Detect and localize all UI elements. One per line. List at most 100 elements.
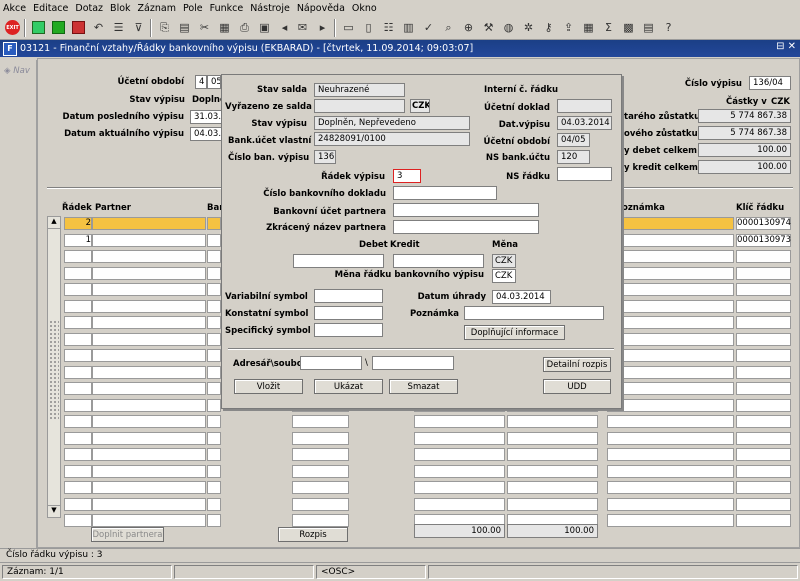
grid-cell[interactable] [92,233,206,247]
variabilni-symbol-field[interactable] [314,289,383,303]
grid-cell[interactable] [92,299,206,313]
check-icon[interactable]: ✓ [420,19,437,36]
grid-drag-handle[interactable] [49,320,59,420]
konstantni-symbol-field[interactable] [314,306,383,320]
grid-cell[interactable] [292,415,349,428]
grid-cell[interactable] [292,514,349,527]
mena-radku-field[interactable]: CZK [492,269,516,283]
calculator-icon[interactable]: ▩ [620,19,637,36]
grid-cell[interactable] [64,448,92,461]
paste-icon[interactable]: ▤ [176,19,193,36]
grid-cell[interactable] [64,497,92,511]
cut-icon[interactable]: ✂ [196,19,213,36]
grid-cell[interactable] [507,481,598,494]
menu-editace[interactable]: Editace [33,3,68,14]
adresar-field[interactable] [300,356,362,370]
grid-cell[interactable] [292,497,349,511]
cislo-vypisu-field[interactable]: 136/04 [749,76,791,90]
row-1-radek[interactable]: 2 [64,218,91,228]
grid-cell[interactable] [92,415,206,428]
grid-cell[interactable] [64,464,92,478]
grid-cell[interactable] [207,398,221,412]
grid-cell[interactable] [736,497,791,511]
record-icon[interactable]: ▥ [400,19,417,36]
grid-cell[interactable] [607,431,734,445]
help-icon[interactable]: ? [660,19,677,36]
grid-cell[interactable] [64,316,92,329]
grid-cell[interactable] [507,497,598,511]
grid-cell[interactable] [414,431,505,445]
grid-cell[interactable] [92,217,206,230]
query-icon[interactable]: ☰ [110,19,127,36]
grid-cell[interactable] [64,299,92,313]
key-icon[interactable]: ⚷ [540,19,557,36]
grid-cell[interactable] [207,415,221,428]
print-icon[interactable]: ⎙ [236,19,253,36]
soubor-field[interactable] [372,356,454,370]
grid-cell[interactable] [92,382,206,395]
doplnujici-informace-button[interactable]: Doplňující informace [464,325,565,340]
datum-uhrady-field[interactable]: 04.03.2014 [492,290,551,304]
grid-cell[interactable] [607,349,734,362]
grid-cell[interactable] [207,464,221,478]
grid-cell[interactable] [414,481,505,494]
grid-cell[interactable] [92,514,206,527]
grid-cell[interactable] [607,398,734,412]
grid-cell[interactable] [92,283,206,296]
datum-posledniho-field[interactable]: 31.03.2 [190,110,222,124]
grid-cell[interactable] [92,481,206,494]
grid-cell[interactable] [64,332,92,346]
menu-akce[interactable]: Akce [3,3,26,14]
undo-icon[interactable]: ↶ [90,19,107,36]
mail-icon[interactable]: ✉ [294,19,311,36]
grid-cell[interactable] [736,398,791,412]
window-controls[interactable]: ⊟ ✕ [776,41,796,52]
grid-cell[interactable] [92,332,206,346]
kredit-field[interactable] [393,254,484,268]
grid-cell[interactable] [292,448,349,461]
grid-cell[interactable] [507,464,598,478]
grid-cell[interactable] [607,283,734,296]
grid-cell[interactable] [292,464,349,478]
grid-cell[interactable] [207,332,221,346]
grid-cell[interactable] [207,514,221,527]
grid-cell[interactable] [64,382,92,395]
clipboard-icon[interactable]: ▦ [216,19,233,36]
grid-cell[interactable] [736,266,791,280]
copy-icon[interactable]: ⎘ [156,19,173,36]
menu-zaznam[interactable]: Záznam [138,3,176,14]
exit-icon[interactable]: EXIT [4,19,21,36]
scroll-up-icon[interactable]: ▲ [48,217,60,229]
grid-cell[interactable] [736,365,791,379]
grid-cell[interactable] [64,283,92,296]
menu-blok[interactable]: Blok [110,3,130,14]
detailni-rozpis-button[interactable]: Detailní rozpis [543,357,611,372]
grid-cell[interactable] [607,514,734,527]
grid-cell[interactable] [507,415,598,428]
grid-cell[interactable] [207,250,221,263]
grid-cell[interactable] [414,448,505,461]
next-icon[interactable]: ▸ [314,19,331,36]
menu-pole[interactable]: Pole [183,3,203,14]
grid-cell[interactable] [736,283,791,296]
globe-icon[interactable]: ◍ [500,19,517,36]
grid-cell[interactable] [92,464,206,478]
add-record-icon[interactable] [50,19,67,36]
grid-cell[interactable] [736,332,791,346]
grid-cell[interactable] [607,299,734,313]
grid-cell[interactable] [607,250,734,263]
grid-cell[interactable] [607,415,734,428]
grid-cell[interactable] [736,316,791,329]
grid-cell[interactable] [607,382,734,395]
grid-cell[interactable] [736,349,791,362]
grid-cell[interactable] [507,448,598,461]
grid-cell[interactable] [207,497,221,511]
grid-cell[interactable] [736,481,791,494]
grid-cell[interactable] [607,464,734,478]
ucetni-obdobi-field-b[interactable]: 05 [207,75,221,89]
specificky-symbol-field[interactable] [314,323,383,337]
sum-icon[interactable]: Σ [600,19,617,36]
grid-cell[interactable] [607,233,734,247]
poznamka-field[interactable] [464,306,604,320]
grid-cell[interactable] [92,448,206,461]
